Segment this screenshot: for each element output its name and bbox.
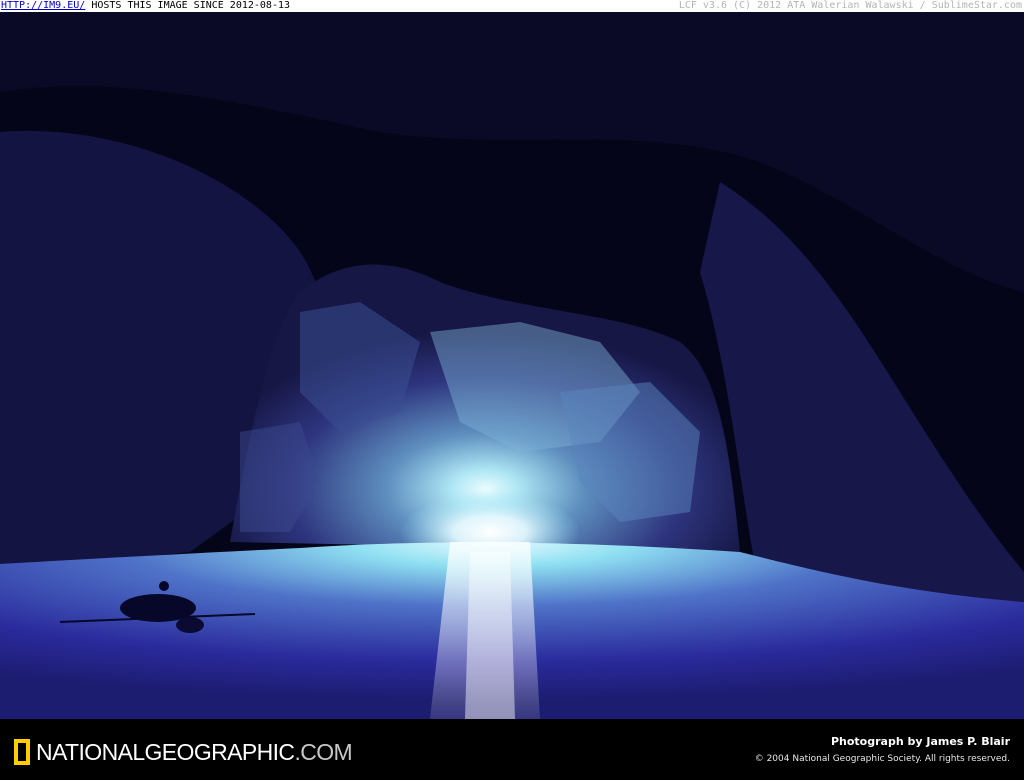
natgeo-logo[interactable]: NATIONALGEOGRAPHIC.COM	[14, 737, 353, 767]
photographer-credit: Photograph by James P. Blair	[830, 735, 1010, 748]
host-tagline: HOSTS THIS IMAGE SINCE 2012-08-13	[91, 0, 291, 11]
footer-bar: NATIONALGEOGRAPHIC.COM Photograph by Jam…	[0, 719, 1024, 780]
host-banner: HTTP://IM9.EU/ HOSTS THIS IMAGE SINCE 20…	[0, 0, 1024, 12]
light-reflection-core	[465, 552, 515, 719]
logo-suffix: .COM	[294, 739, 353, 765]
host-link[interactable]: HTTP://IM9.EU/	[1, 0, 85, 11]
cave-illustration	[0, 12, 1024, 719]
host-credit: LCF v3.6 (C) 2012 ATA Walerian Walawski …	[678, 0, 1022, 11]
logo-wordmark: NATIONALGEOGRAPHIC.COM	[36, 739, 353, 765]
cave-photo	[0, 12, 1024, 719]
copyright-notice: © 2004 National Geographic Society. All …	[754, 754, 1010, 764]
logo-main-text: NATIONALGEOGRAPHIC	[36, 739, 295, 765]
photo-credit: Photograph by James P. Blair © 2004 Nati…	[755, 735, 1010, 765]
yellow-border-icon	[14, 739, 30, 765]
host-banner-left: HTTP://IM9.EU/ HOSTS THIS IMAGE SINCE 20…	[1, 0, 290, 12]
